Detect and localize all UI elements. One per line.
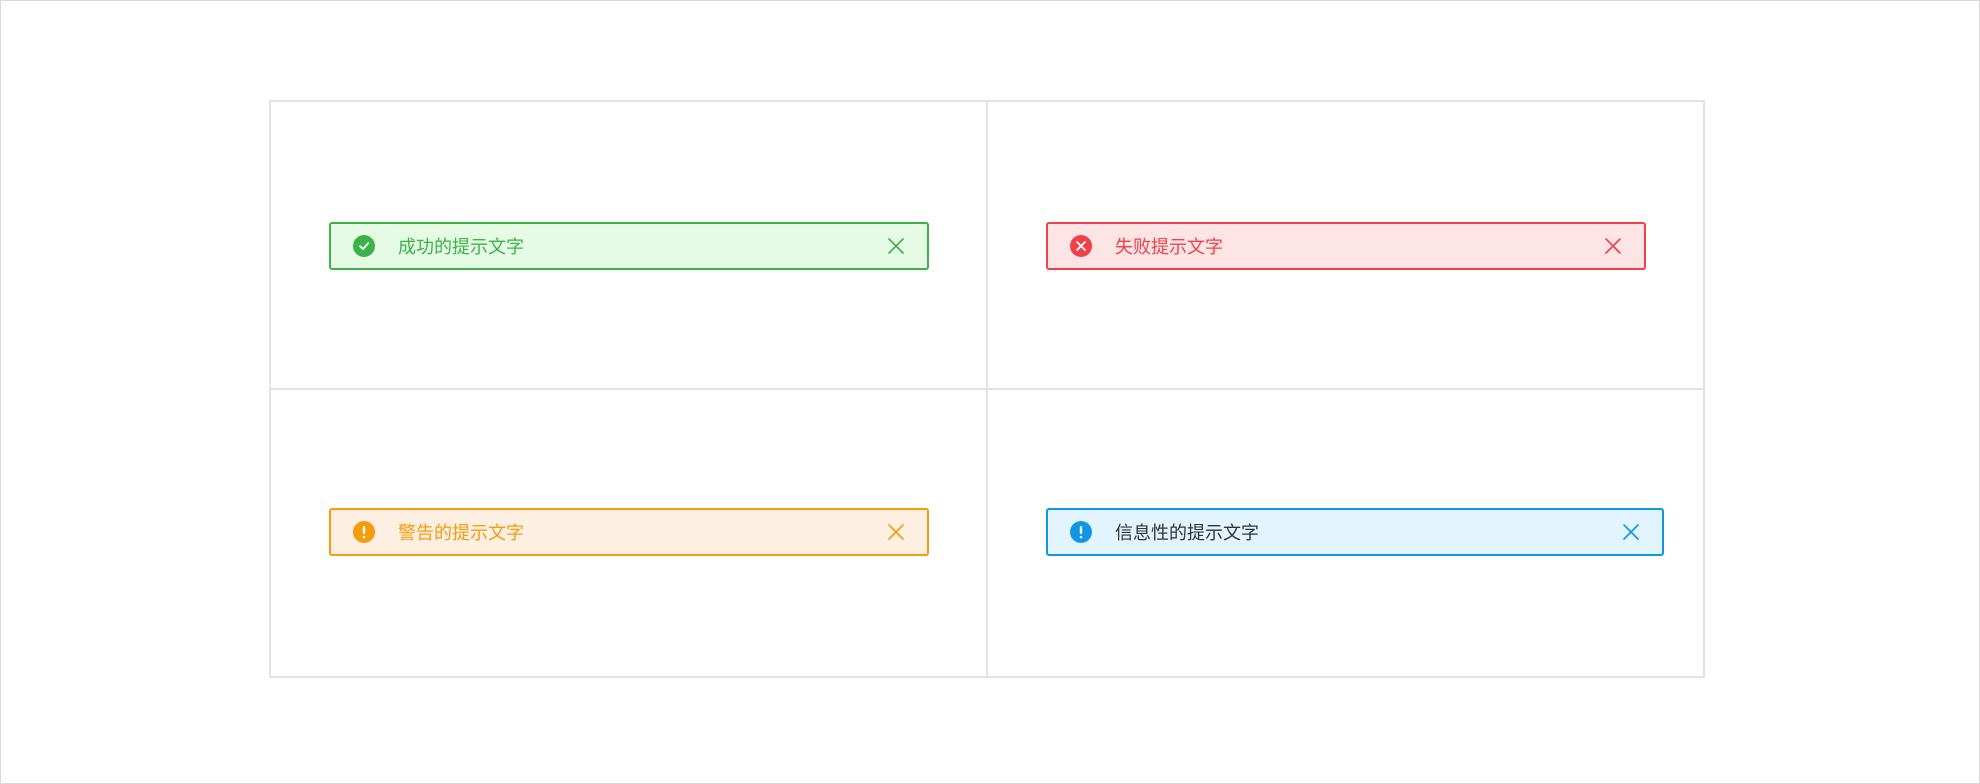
info-alert: 信息性的提示文字 xyxy=(1046,508,1664,556)
success-alert: 成功的提示文字 xyxy=(329,222,929,270)
alert-showcase-grid: 成功的提示文字 失败提示文字 警告的提示文字 信息性的提示文字 xyxy=(269,100,1705,678)
warning-alert-cell: 警告的提示文字 xyxy=(271,389,987,676)
check-circle-icon xyxy=(353,235,375,257)
success-alert-cell: 成功的提示文字 xyxy=(271,102,987,389)
close-icon[interactable] xyxy=(1604,237,1622,255)
error-alert-cell: 失败提示文字 xyxy=(987,102,1703,389)
page: 成功的提示文字 失败提示文字 警告的提示文字 信息性的提示文字 xyxy=(0,0,1980,784)
info-alert-message: 信息性的提示文字 xyxy=(1115,523,1259,544)
warning-alert-message: 警告的提示文字 xyxy=(398,523,524,544)
close-icon[interactable] xyxy=(1622,523,1640,541)
close-icon[interactable] xyxy=(887,237,905,255)
error-alert: 失败提示文字 xyxy=(1046,222,1646,270)
x-circle-icon xyxy=(1070,235,1092,257)
info-circle-icon xyxy=(1070,521,1092,543)
error-alert-message: 失败提示文字 xyxy=(1115,237,1223,258)
warning-alert: 警告的提示文字 xyxy=(329,508,929,556)
success-alert-message: 成功的提示文字 xyxy=(398,237,524,258)
info-alert-cell: 信息性的提示文字 xyxy=(987,389,1703,676)
exclamation-circle-icon xyxy=(353,521,375,543)
close-icon[interactable] xyxy=(887,523,905,541)
